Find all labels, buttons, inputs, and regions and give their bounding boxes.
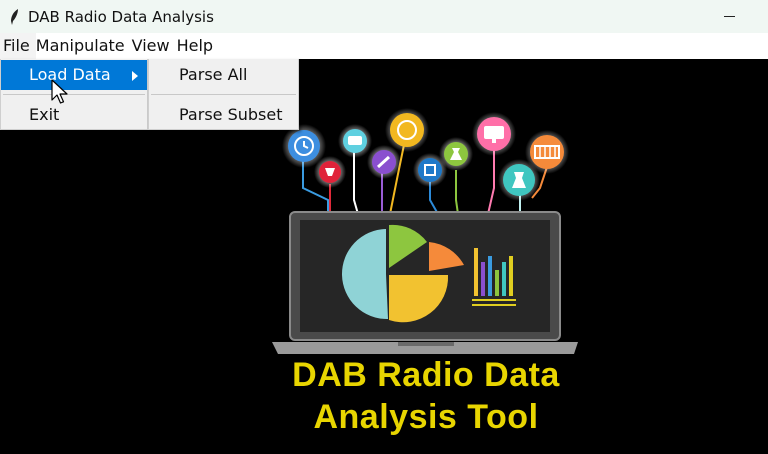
minimize-icon <box>723 16 735 17</box>
menu-bar: File Manipulate View Help <box>0 33 768 59</box>
menu-item-parse-subset[interactable]: Parse Subset <box>149 100 298 130</box>
window-title: DAB Radio Data Analysis <box>28 7 214 26</box>
submenu-arrow-icon <box>132 71 138 81</box>
submenu-separator <box>151 94 296 95</box>
menu-item-exit[interactable]: Exit <box>1 100 147 130</box>
menu-view[interactable]: View <box>132 33 177 59</box>
caption-line-2: Analysis Tool <box>313 398 539 436</box>
feather-icon <box>8 8 22 25</box>
floating-icons <box>282 108 569 201</box>
caption-line-1: DAB Radio Data <box>292 356 560 394</box>
menu-file[interactable]: File <box>0 33 36 59</box>
load-data-submenu: Parse All Parse Subset <box>148 59 299 130</box>
menu-manipulate[interactable]: Manipulate <box>36 33 132 59</box>
menu-item-load-data[interactable]: Load Data <box>1 60 147 90</box>
file-menu-dropdown: Load Data Exit <box>0 59 148 130</box>
mouse-pointer-icon <box>51 79 68 104</box>
menu-item-parse-all[interactable]: Parse All <box>149 60 298 90</box>
menu-help[interactable]: Help <box>177 33 220 59</box>
menu-separator <box>3 94 145 95</box>
minimize-button[interactable] <box>706 0 752 33</box>
title-bar: DAB Radio Data Analysis <box>0 0 768 33</box>
menu-item-load-data-label: Load Data <box>29 65 111 84</box>
analysis-logo <box>272 108 578 354</box>
